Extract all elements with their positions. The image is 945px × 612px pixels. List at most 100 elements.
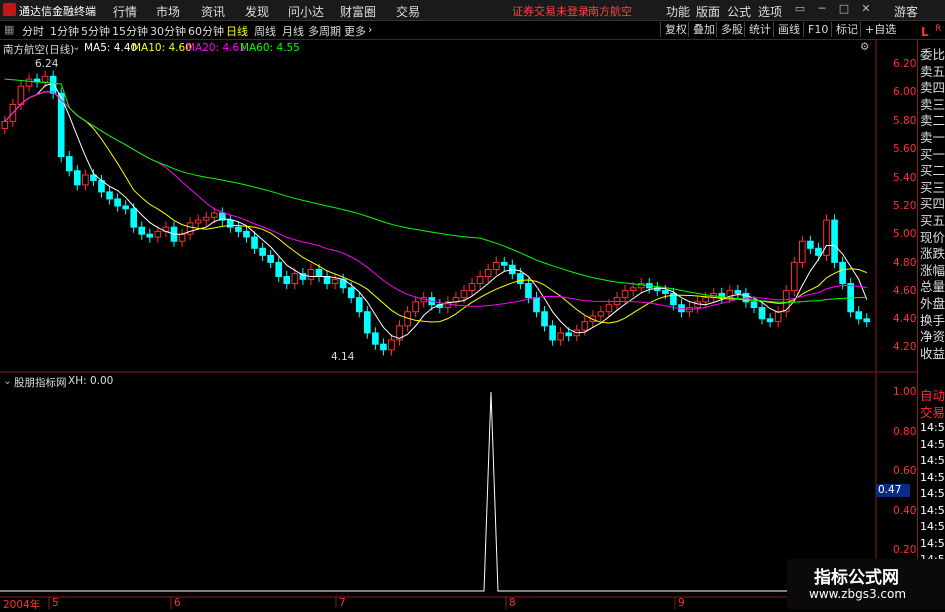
candle-body: [235, 226, 242, 232]
menu-formula[interactable]: 公式: [727, 3, 751, 20]
candle-body: [565, 332, 573, 337]
menu-trade[interactable]: 交易: [396, 3, 420, 20]
candle-body: [766, 318, 774, 323]
candle-body: [815, 247, 822, 256]
candle-body: [364, 311, 371, 334]
candle-body: [275, 261, 283, 277]
date-axis-month: 5: [52, 597, 59, 609]
candle-body: [307, 268, 315, 280]
window-restore-icon[interactable]: ▭: [793, 2, 807, 16]
candle-body: [839, 261, 846, 285]
panel-trade-time: 14:56: [920, 520, 945, 533]
menu-news[interactable]: 资讯: [201, 3, 225, 20]
price-axis-label: 4.80: [893, 257, 917, 269]
panel-trade-time: 14:56: [920, 536, 945, 550]
guest-label[interactable]: 游客: [894, 3, 918, 20]
chart-gear-icon[interactable]: ⚙: [860, 41, 869, 53]
candle-body: [484, 268, 492, 277]
tool-add-watchlist[interactable]: +自选: [860, 22, 900, 37]
chevron-right-icon[interactable]: ›: [368, 23, 372, 36]
menu-market-quotes[interactable]: 行情: [113, 3, 137, 20]
tool-statistics[interactable]: 统计: [744, 22, 775, 37]
panel-trade-time: 14:56: [920, 437, 945, 451]
indicator-menu-icon[interactable]: ⌄: [3, 375, 12, 387]
chart-area[interactable]: [0, 40, 917, 609]
tab-intraday[interactable]: 分时: [22, 23, 44, 39]
grid-menu-icon[interactable]: ▦: [4, 23, 14, 36]
date-axis-year: 2004年: [3, 599, 41, 611]
menu-wealth-circle[interactable]: 财富圈: [340, 3, 376, 20]
watermark-title: 指标公式网: [814, 568, 899, 588]
date-axis-month: 7: [339, 597, 346, 609]
low-price-marker: 4.14: [331, 351, 355, 363]
candle-body: [372, 332, 379, 345]
tool-overlay[interactable]: 叠加: [688, 22, 719, 37]
candle-body: [202, 216, 210, 221]
tab-more[interactable]: 更多: [344, 23, 366, 39]
window-close-icon[interactable]: ✕: [859, 2, 873, 16]
date-axis-month: 9: [678, 597, 685, 609]
candle-body: [468, 283, 476, 292]
candle-body: [355, 297, 363, 313]
candle-body: [734, 290, 742, 294]
panel-trade-label[interactable]: 交易: [920, 402, 945, 421]
indicator-xh-line: [0, 391, 876, 592]
window-minimize-icon[interactable]: ─: [815, 2, 829, 16]
candle-body: [694, 301, 701, 309]
panel-badge-l: L: [921, 25, 929, 39]
candle-body: [533, 297, 540, 313]
candle-body: [831, 219, 838, 263]
app-logo-icon: [3, 3, 16, 16]
price-axis-label: 4.20: [893, 341, 917, 353]
candle-body: [1, 120, 9, 129]
tool-adjust[interactable]: 复权: [660, 22, 691, 37]
price-axis-label: 4.60: [893, 285, 917, 297]
period-tab-bar: ▦ 分时 1分钟 5分钟 15分钟 30分钟 60分钟 日线 周线 月线 多周期…: [0, 21, 945, 40]
tab-multi-period[interactable]: 多周期: [308, 23, 341, 39]
candle-body: [251, 236, 258, 249]
tool-f10[interactable]: F10: [803, 22, 832, 37]
candle-body: [210, 212, 218, 218]
candle-body: [662, 290, 669, 294]
candle-body: [629, 287, 637, 292]
candle-body: [138, 226, 146, 235]
menu-ask[interactable]: 问小达: [288, 3, 324, 20]
panel-trade-time: 14:56: [920, 454, 945, 467]
menu-market[interactable]: 市场: [156, 3, 180, 20]
current-stock-name: 南方航空: [588, 5, 632, 18]
menu-options[interactable]: 选项: [758, 3, 782, 20]
price-axis-label: 6.00: [893, 86, 917, 98]
chart-settings-icon[interactable]: ⌄: [72, 41, 81, 53]
tab-30min[interactable]: 30分钟: [150, 23, 186, 39]
trade-login-warning[interactable]: 证券交易未登录: [512, 3, 589, 19]
candle-body: [331, 278, 339, 285]
candle-body: [122, 205, 129, 210]
app-name: 通达信金融终端: [19, 5, 96, 18]
candle-body: [460, 290, 468, 299]
indicator-cursor-value: 0.47: [878, 484, 902, 496]
tab-60min[interactable]: 60分钟: [188, 23, 224, 39]
tab-15min[interactable]: 15分钟: [112, 23, 148, 39]
price-axis-label: 5.20: [893, 200, 917, 212]
tab-weekly[interactable]: 周线: [254, 23, 276, 39]
tool-multi-stock[interactable]: 多股: [716, 22, 747, 37]
date-axis-month: 6: [174, 597, 181, 609]
menu-discover[interactable]: 发现: [245, 3, 269, 20]
tool-drawing[interactable]: 画线: [773, 22, 804, 37]
candle-body: [178, 233, 186, 242]
tab-monthly[interactable]: 月线: [282, 23, 304, 39]
menu-layout[interactable]: 版面: [696, 3, 720, 20]
candle-body: [581, 321, 589, 331]
candle-body: [750, 301, 758, 309]
candle-body: [194, 219, 202, 224]
candle-body: [315, 268, 323, 277]
tool-mark[interactable]: 标记: [831, 22, 862, 37]
title-bar: 通达信金融终端 行情 市场 资讯 发现 问小达 财富圈 交易 证券交易未登录 南…: [0, 0, 945, 21]
candle-body: [605, 304, 613, 313]
tab-5min[interactable]: 5分钟: [81, 23, 110, 39]
tab-1min[interactable]: 1分钟: [50, 23, 79, 39]
candle-body: [702, 297, 709, 303]
tab-daily[interactable]: 日线: [226, 23, 248, 39]
window-maximize-icon[interactable]: □: [837, 2, 851, 16]
menu-function[interactable]: 功能: [666, 3, 690, 20]
